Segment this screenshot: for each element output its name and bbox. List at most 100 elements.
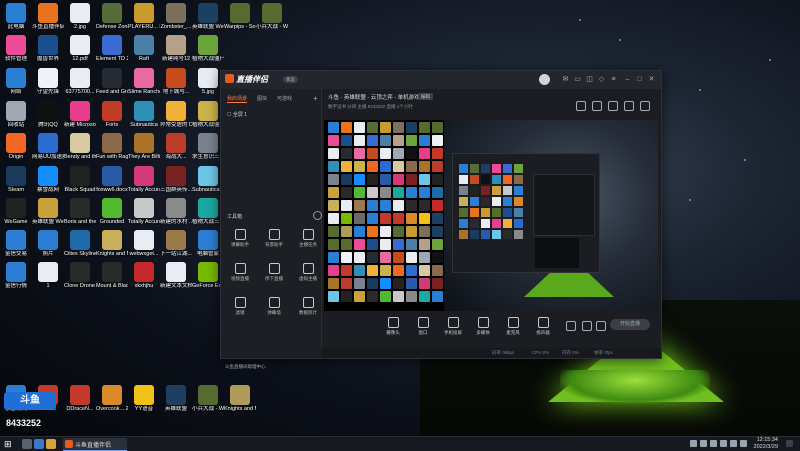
tool-wall[interactable]: 弹幕墙 (259, 297, 289, 316)
tray-chevron-icon[interactable] (690, 440, 697, 447)
eye-icon[interactable] (582, 321, 592, 331)
stream-preview[interactable] (324, 120, 658, 311)
desktop-icon[interactable]: Black Squad (64, 166, 96, 193)
desktop-icon[interactable]: 小兵大战 - Warpips (192, 385, 224, 412)
desktop-icon[interactable]: 软件管理 (0, 35, 32, 62)
layout-icon[interactable] (576, 101, 586, 111)
security-icon[interactable] (730, 440, 737, 447)
scene-item[interactable]: ☐ 全屏 1 (227, 111, 247, 118)
tool-danmu[interactable]: 弹幕助手 (225, 229, 255, 248)
desktop-icon[interactable]: 下一站江湖... (160, 230, 192, 257)
start-icon[interactable]: ⊞ (4, 439, 14, 449)
desktop-icon[interactable]: Bendy and the Ink ... (64, 133, 96, 160)
desktop-icon[interactable]: 网络 (0, 68, 32, 95)
desktop-icon[interactable]: PLAYERU... BATTLEGR... (128, 3, 160, 30)
desktop-icon[interactable]: DDraceN... (64, 385, 96, 412)
desktop-icon[interactable]: 三国群英传... (160, 166, 192, 193)
status-badge[interactable]: 状态 (283, 76, 298, 83)
desktop-icon[interactable]: xkxhjhu (128, 262, 160, 289)
skin-icon[interactable]: ◇ (597, 75, 606, 84)
desktop-icon[interactable]: 新建文本文档.txt (160, 262, 192, 289)
desktop-icon[interactable]: 小兵大战 - Warpips... (256, 3, 288, 30)
maximize-icon[interactable]: □ (635, 75, 644, 84)
volume-icon[interactable] (710, 440, 717, 447)
desktop-icon[interactable]: 英雄联盟 (160, 385, 192, 412)
source-window-button[interactable]: 窗口 (410, 317, 436, 336)
desktop-icon[interactable]: 地下城与... (160, 68, 192, 95)
desktop-icon[interactable]: 英雄联盟 WeGame版 (192, 3, 224, 30)
close-icon[interactable]: ✕ (647, 75, 656, 84)
add-scene-icon[interactable]: + (313, 94, 318, 103)
lock-icon[interactable] (592, 101, 602, 111)
desktop-icon[interactable]: 海战大... (160, 133, 192, 160)
desktop-icon[interactable]: Feed and Grow Fish (96, 68, 128, 95)
tool-video[interactable]: 视频直播 (225, 263, 255, 282)
desktop-icon[interactable]: Totally Accurat... (128, 166, 160, 193)
source-speaker-button[interactable]: 扬声器 (530, 317, 556, 336)
desktop-icon[interactable]: 斗鱼直播伴侣 (32, 3, 64, 30)
desktop-icon[interactable]: Clone Drone in t... (64, 262, 96, 289)
tab-games[interactable]: 可游戏 (277, 95, 292, 102)
desktop-icon[interactable]: 此电脑 (0, 3, 32, 30)
share-icon[interactable] (640, 101, 650, 111)
network-icon[interactable] (700, 440, 707, 447)
desktop-icon[interactable]: Slime Rancher (128, 68, 160, 95)
desktop-icon[interactable]: Knights and Merchants (96, 230, 128, 257)
language-icon[interactable] (740, 440, 747, 447)
desktop-icon[interactable]: 暴雪战网 (32, 166, 64, 193)
desktop-icon[interactable]: 新建的水村 ... (160, 198, 192, 225)
notification-icon[interactable] (786, 440, 793, 447)
tool-task[interactable]: 主播任务 (293, 229, 323, 248)
desktop-icon[interactable]: 腾讯QQ (32, 101, 64, 128)
task-view-icon[interactable] (34, 439, 44, 449)
desktop-icon[interactable]: Warpips - Soundtrack (224, 3, 256, 30)
screen-icon[interactable] (624, 101, 634, 111)
desktop-icon[interactable]: 新建 Microsoft ... (64, 101, 96, 128)
desktop-icon[interactable]: Fun with Ragdoll... (96, 133, 128, 160)
minimize-icon[interactable]: – (623, 75, 632, 84)
search-icon[interactable] (22, 439, 32, 449)
desktop-icon[interactable]: Overcook... 2 (96, 385, 128, 412)
message-icon[interactable]: ✉ (561, 75, 570, 84)
desktop-icon[interactable]: Steam (0, 166, 32, 193)
desktop-icon[interactable]: webwxget... (128, 230, 160, 257)
desktop-icon[interactable]: 异常受虐的 DEEEER S... (160, 101, 192, 128)
tab-my-scenes[interactable]: 我的场景 (227, 95, 248, 103)
desktop-icon[interactable]: 网易UU加速器 (32, 133, 64, 160)
desktop-icon[interactable]: 回收站 (0, 101, 32, 128)
desktop-icon[interactable]: Grounded (96, 198, 128, 225)
source-phone-button[interactable]: 手机投屏 (440, 317, 466, 336)
taskbar-clock[interactable]: 12:15:34 2022/3/29 (754, 437, 778, 450)
desktop-icon[interactable]: 英雄联盟 WeGame版 (32, 198, 64, 225)
desktop-icon[interactable]: fosww6.docx (96, 166, 128, 193)
source-media-button[interactable]: 多媒体 (470, 317, 496, 336)
desktop-icon[interactable]: Element TD 2 (96, 35, 128, 62)
desktop-icon[interactable]: YY语音 (128, 385, 160, 412)
desktop-icon[interactable]: 新建纯号12 (160, 35, 192, 62)
desktop-icon[interactable]: WeGame (0, 198, 32, 225)
taskbar-app-douyu[interactable]: 斗鱼直播伴侣 (63, 438, 127, 451)
trash-icon[interactable] (608, 101, 618, 111)
desktop-icon[interactable]: 2.jpg (64, 3, 96, 30)
desktop-icon[interactable]: Knights and Merchants... (224, 385, 256, 412)
desktop-icon[interactable]: Defense Zone 3 Ult... (96, 3, 128, 30)
desktop-icon[interactable]: 照片 (32, 230, 64, 257)
desktop-icon[interactable]: Mount & Blade II ... (96, 262, 128, 289)
menu-icon[interactable]: ≡ (609, 75, 618, 84)
tool-filter[interactable]: 滤镜 (225, 297, 255, 316)
desktop-icon[interactable]: Cities Skylines (64, 230, 96, 257)
desktop-icon[interactable]: Subnautica (128, 101, 160, 128)
desktop-icon[interactable]: Forts (96, 101, 128, 128)
ime-icon[interactable] (720, 440, 727, 447)
tab-layers[interactable]: 图块 (257, 95, 267, 102)
desktop-icon[interactable]: Origin (0, 133, 32, 160)
avatar[interactable] (539, 74, 550, 85)
desktop-icon[interactable]: Zombster_... (160, 3, 192, 30)
settings-icon[interactable] (596, 321, 606, 331)
desktop-icon[interactable]: 1 (32, 262, 64, 289)
source-mic-button[interactable]: 麦克风 (500, 317, 526, 336)
tool-avatar[interactable]: 虚拟主播 (293, 263, 323, 282)
help-center-link[interactable]: 斗鱼直播间助理中心 (225, 364, 266, 370)
shop-icon[interactable]: ◫ (585, 75, 594, 84)
desktop-icon[interactable]: 63775700... (64, 68, 96, 95)
